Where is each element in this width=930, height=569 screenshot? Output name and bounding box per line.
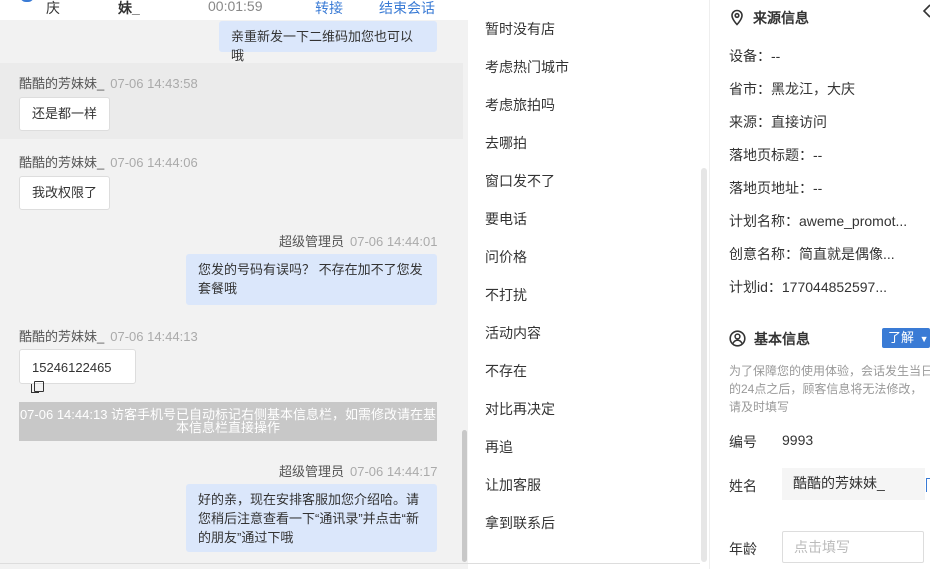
chat-header: 庆 妹_ 00:01:59 转接 结束会话	[0, 0, 468, 20]
message-meta: 超级管理员 07-06 14:44:01	[279, 231, 437, 250]
end-session-button[interactable]: 结束会话	[379, 0, 435, 18]
info-device: 设备：--	[729, 48, 781, 64]
info-landing-url: 落地页地址：--	[729, 180, 823, 196]
age-input[interactable]: 点击填写	[782, 531, 924, 563]
quick-reply-item[interactable]: 要电话	[485, 209, 527, 229]
sender-name: 超级管理员	[279, 464, 345, 479]
message-bubble-outgoing: 亲重新发一下二维码加您也可以哦	[219, 21, 437, 63]
quick-reply-panel: 暂时没有店 考虑热门城市 考虑旅拍吗 去哪拍 窗口发不了 要电话 问价格 不打扰…	[469, 0, 709, 569]
message-time: 07-06 14:43:58	[110, 76, 198, 91]
edit-edge-icon	[926, 478, 930, 492]
sender-name: 酷酷的芳妹妹_	[19, 329, 105, 344]
sender-name: 酷酷的芳妹妹_	[19, 76, 105, 91]
visitor-info-panel: 来源信息 设备：-- 省市：黑龙江，大庆 来源：直接访问 落地页标题：-- 落地…	[710, 0, 930, 569]
message-meta: 酷酷的芳妹妹_ 07-06 14:43:58	[19, 73, 198, 92]
message-time: 07-06 14:44:17	[350, 464, 438, 479]
message-text: 您发的号码有误吗？ 不存在加不了您发套餐哦	[198, 262, 423, 296]
basic-info-heading: 基本信息	[729, 329, 810, 350]
system-note-text: 07-06 14:44:13 访客手机号已自动标记右侧基本信息栏，如需修改请在基…	[19, 407, 437, 435]
info-plan-name: 计划名称：aweme_promot...	[729, 213, 908, 229]
quick-reply-item[interactable]: 不存在	[485, 361, 527, 381]
quick-reply-item[interactable]: 去哪拍	[485, 133, 527, 153]
quick-reply-scrollbar[interactable]	[701, 168, 707, 562]
chevron-left-icon[interactable]	[922, 4, 930, 23]
session-duration: 00:01:59	[208, 0, 263, 14]
chat-scrollbar[interactable]	[462, 430, 467, 562]
quick-reply-item[interactable]: 活动内容	[485, 323, 541, 343]
message-meta: 酷酷的芳妹妹_ 07-06 14:44:13	[19, 326, 198, 345]
info-creative-name: 创意名称：简直就是偶像...	[729, 246, 895, 262]
message-bubble-incoming: 还是都一样	[19, 97, 110, 131]
message-meta: 超级管理员 07-06 14:44:17	[279, 461, 437, 480]
info-province: 省市：黑龙江，大庆	[729, 81, 855, 97]
message-text: 好的亲，现在安排客服加您介绍哈。请您稍后注意查看一下“通讯录”并点击“新的朋友”…	[198, 492, 420, 545]
edit-notice: 为了保障您的使用体验，会话发生当日的24点之后，顾客信息将无法修改，请及时填写	[729, 364, 930, 414]
info-landing-title: 落地页标题：--	[729, 147, 823, 163]
quick-reply-item[interactable]: 考虑热门城市	[485, 57, 569, 77]
quick-reply-item[interactable]: 再追	[485, 437, 513, 457]
message-time: 07-06 14:44:01	[350, 234, 438, 249]
quick-reply-item[interactable]: 拿到联系后	[485, 513, 555, 533]
learn-more-button[interactable]: 了解 ▼	[882, 328, 930, 348]
section-title: 基本信息	[754, 331, 810, 347]
sender-name: 超级管理员	[279, 234, 345, 249]
visitor-avatar-icon	[20, 0, 34, 2]
info-plan-id: 计划id：177044852597...	[729, 279, 887, 295]
quick-reply-item[interactable]: 暂时没有店	[485, 19, 555, 39]
message-bubble-outgoing: 好的亲，现在安排客服加您介绍哈。请您稍后注意查看一下“通讯录”并点击“新的朋友”…	[186, 484, 437, 552]
name-field[interactable]: 酷酷的芳妹妹_	[782, 468, 925, 500]
message-meta: 酷酷的芳妹妹_ 07-06 14:44:06	[19, 152, 198, 171]
learn-more-label: 了解	[888, 330, 915, 345]
visitor-name: 妹_	[118, 0, 140, 16]
message-text: 亲重新发一下二维码加您也可以哦	[231, 29, 414, 63]
id-value: 9993	[782, 432, 814, 448]
chat-panel: 庆 妹_ 00:01:59 转接 结束会话 亲重新发一下二维码加您也可以哦 酷酷…	[0, 0, 468, 569]
system-note: 07-06 14:44:13 访客手机号已自动标记右侧基本信息栏，如需修改请在基…	[19, 402, 437, 441]
name-label: 姓名	[729, 478, 757, 494]
message-bubble-outgoing: 您发的号码有误吗？ 不存在加不了您发套餐哦	[186, 254, 437, 305]
message-bubble-incoming[interactable]: 15246122465	[19, 349, 136, 393]
message-text: 还是都一样	[32, 106, 98, 121]
message-time: 07-06 14:44:13	[110, 329, 198, 344]
quick-reply-item[interactable]: 窗口发不了	[485, 171, 555, 191]
quick-reply-item[interactable]: 考虑旅拍吗	[485, 95, 555, 115]
user-circle-icon	[729, 330, 746, 350]
section-title: 来源信息	[753, 10, 809, 26]
message-bubble-incoming: 我改权限了	[19, 176, 110, 210]
id-label: 编号	[729, 434, 757, 450]
quick-reply-item[interactable]: 问价格	[485, 247, 527, 267]
quick-reply-item[interactable]: 对比再决定	[485, 399, 555, 419]
bottom-divider	[0, 563, 700, 564]
transfer-button[interactable]: 转接	[315, 0, 343, 18]
quick-reply-item[interactable]: 不打扰	[485, 285, 527, 305]
age-placeholder: 点击填写	[794, 539, 850, 555]
info-origin: 来源：直接访问	[729, 114, 827, 130]
sender-name: 酷酷的芳妹妹_	[19, 155, 105, 170]
source-info-heading: 来源信息	[729, 8, 809, 29]
location-pin-icon	[729, 9, 745, 29]
caret-down-icon: ▼	[919, 334, 929, 344]
message-time: 07-06 14:44:06	[110, 155, 198, 170]
visitor-city: 庆	[46, 0, 60, 16]
chat-workspace: 庆 妹_ 00:01:59 转接 结束会话 亲重新发一下二维码加您也可以哦 酷酷…	[0, 0, 930, 569]
age-label: 年龄	[729, 541, 757, 557]
message-text: 我改权限了	[32, 185, 98, 200]
copy-icon[interactable]	[31, 381, 44, 393]
name-field-value: 酷酷的芳妹妹_	[793, 475, 885, 491]
phone-number-text: 15246122465	[32, 360, 112, 375]
quick-reply-item[interactable]: 让加客服	[485, 475, 541, 495]
